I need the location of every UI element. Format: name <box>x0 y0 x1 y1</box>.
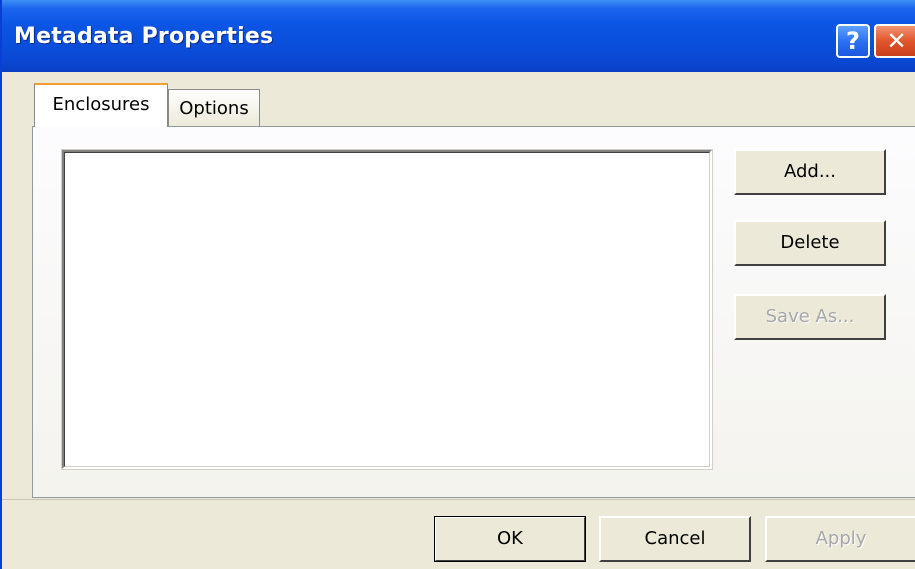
help-icon: ? <box>846 27 860 55</box>
add-button-label: Add... <box>783 161 836 182</box>
apply-button[interactable]: Apply <box>765 516 915 562</box>
delete-button-label: Delete <box>780 232 840 253</box>
save-as-button-label: Save As... <box>765 306 855 327</box>
enclosures-list-frame <box>64 152 710 467</box>
enclosures-list[interactable] <box>61 149 713 470</box>
tab-options[interactable]: Options <box>168 89 260 127</box>
close-icon: ✕ <box>886 27 907 55</box>
delete-button[interactable]: Delete <box>734 220 886 266</box>
add-button[interactable]: Add... <box>734 149 886 195</box>
save-as-button[interactable]: Save As... <box>734 294 886 340</box>
tab-enclosures-label: Enclosures <box>52 94 150 115</box>
apply-button-label: Apply <box>815 528 867 549</box>
window-title: Metadata Properties <box>14 24 274 49</box>
title-bar[interactable]: Metadata Properties ? ✕ <box>2 0 915 72</box>
close-button[interactable]: ✕ <box>874 24 915 58</box>
ok-button[interactable]: OK <box>434 516 586 562</box>
tab-options-label: Options <box>179 98 249 119</box>
cancel-button-label: Cancel <box>644 528 706 549</box>
footer-separator <box>2 499 915 500</box>
metadata-properties-dialog: Metadata Properties ? ✕ Enclosures Optio… <box>0 0 915 569</box>
help-button[interactable]: ? <box>836 24 870 58</box>
tab-enclosures[interactable]: Enclosures <box>34 83 168 127</box>
cancel-button[interactable]: Cancel <box>599 516 751 562</box>
ok-button-label: OK <box>497 528 523 549</box>
